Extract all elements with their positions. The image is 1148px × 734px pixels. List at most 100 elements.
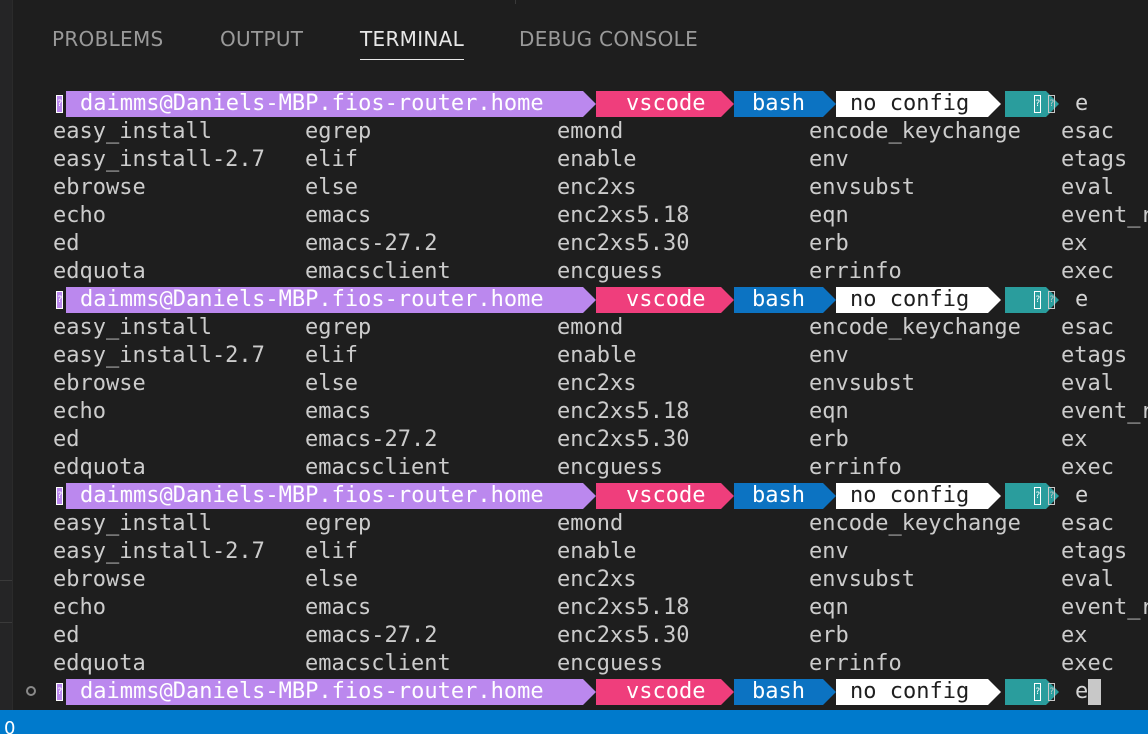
completion-item: eqn [809, 203, 849, 228]
prompt-shell: bash [734, 287, 823, 313]
completion-item: edquota [53, 651, 146, 676]
completion-item: enable [557, 147, 637, 172]
completion-item: echo [53, 203, 106, 228]
prompt-command: e [1075, 679, 1089, 704]
completion-item: event_r [1061, 595, 1148, 620]
completion-item: elif [305, 147, 358, 172]
powerline-separator-icon [823, 483, 836, 509]
completion-item: emacs [305, 399, 372, 424]
completion-item: emacs [305, 595, 372, 620]
prompt-command: e [1075, 91, 1089, 116]
completion-item: encguess [557, 455, 663, 480]
completion-item: env [809, 539, 849, 564]
powerline-separator-icon [988, 91, 1001, 117]
completion-row: edquota emacsclient encguess errinfo exec [0, 454, 1148, 482]
completion-item: encode_keychange [809, 511, 1021, 536]
completion-row: easy_install egrep emond encode_keychange es… [0, 118, 1148, 146]
completion-item: ed [53, 231, 80, 256]
completion-item: eqn [809, 399, 849, 424]
prompt-glyph-icon: ? [1048, 683, 1055, 701]
completion-item: easy_install [53, 119, 212, 144]
powerline-separator-icon [583, 679, 596, 705]
panel-tab-bar: PROBLEMS OUTPUT TERMINAL DEBUG CONSOLE [12, 0, 1148, 72]
powerline-separator-icon [583, 91, 596, 117]
completion-item: egrep [305, 315, 372, 340]
completion-item: erb [809, 623, 849, 648]
completion-item: enable [557, 343, 637, 368]
tab-debug-console[interactable]: DEBUG CONSOLE [519, 27, 698, 51]
completion-item: ebrowse [53, 371, 146, 396]
completion-item: emacs-27.2 [305, 427, 438, 452]
prompt-directory: vscode [596, 287, 721, 313]
prompt-directory: vscode [596, 483, 721, 509]
tab-terminal[interactable]: TERMINAL [360, 27, 465, 60]
completion-item: eqn [809, 595, 849, 620]
completion-item: ebrowse [53, 175, 146, 200]
completion-item: enc2xs5.30 [557, 623, 690, 648]
completion-item: else [305, 175, 358, 200]
completion-item: enc2xs [557, 371, 637, 396]
powerline-separator-icon [823, 287, 836, 313]
completion-item: emacs [305, 203, 372, 228]
completion-item: etags [1061, 539, 1128, 564]
completion-item: egrep [305, 511, 372, 536]
prompt-line: ? daimms@Daniels-MBP.fios-router.home vsco… [0, 482, 1148, 510]
completion-item: enc2xs [557, 175, 637, 200]
completion-row: edquota emacsclient encguess errinfo exec [0, 650, 1148, 678]
completion-item: easy_install [53, 511, 212, 536]
completion-item: ex [1061, 427, 1088, 452]
prompt-user-host: daimms@Daniels-MBP.fios-router.home [66, 287, 583, 313]
tab-problems[interactable]: PROBLEMS [52, 27, 164, 51]
completion-item: esac [1061, 511, 1114, 536]
completion-item: easy_install-2.7 [53, 147, 265, 172]
completion-row: easy_install-2.7 elif enable env etags [0, 342, 1148, 370]
completion-row: ebrowse else enc2xs envsubst eval [0, 174, 1148, 202]
completion-row: ed emacs-27.2 enc2xs5.30 erb ex [0, 230, 1148, 258]
status-bar-item[interactable]: 0 [4, 719, 15, 734]
terminal-output[interactable]: ? daimms@Daniels-MBP.fios-router.home vsco… [0, 90, 1148, 706]
completion-item: envsubst [809, 567, 915, 592]
prompt-line: ? daimms@Daniels-MBP.fios-router.home vsco… [0, 90, 1148, 118]
terminal-cursor [1088, 679, 1101, 705]
prompt-directory: vscode [596, 679, 721, 705]
completion-item: echo [53, 595, 106, 620]
prompt-glyph-icon: ? [1034, 683, 1041, 701]
completion-item: event_r [1061, 203, 1148, 228]
prompt-directory: vscode [596, 91, 721, 117]
completion-item: erb [809, 231, 849, 256]
powerline-separator-icon [988, 287, 1001, 313]
command-decoration-icon[interactable] [26, 686, 36, 696]
prompt-user-host: daimms@Daniels-MBP.fios-router.home [66, 679, 583, 705]
completion-row: easy_install-2.7 elif enable env etags [0, 538, 1148, 566]
completion-row: easy_install egrep emond encode_keychange es… [0, 510, 1148, 538]
prompt-command: e [1075, 483, 1089, 508]
completion-item: event_r [1061, 399, 1148, 424]
prompt-shell: bash [734, 483, 823, 509]
prompt-shell: bash [734, 679, 823, 705]
completion-item: emond [557, 119, 624, 144]
vscode-window: PROBLEMS OUTPUT TERMINAL DEBUG CONSOLE ?… [0, 0, 1148, 734]
completion-row: ebrowse else enc2xs envsubst eval [0, 566, 1148, 594]
completion-item: elif [305, 343, 358, 368]
prompt-line: ? daimms@Daniels-MBP.fios-router.home vsco… [0, 678, 1148, 706]
completion-item: errinfo [809, 455, 902, 480]
completion-item: edquota [53, 455, 146, 480]
status-bar: 0 [0, 710, 1148, 734]
completion-item: ed [53, 427, 80, 452]
completion-item: encguess [557, 651, 663, 676]
completion-row: ed emacs-27.2 enc2xs5.30 erb ex [0, 426, 1148, 454]
completion-item: enc2xs5.30 [557, 427, 690, 452]
completion-item: esac [1061, 119, 1114, 144]
tab-output[interactable]: OUTPUT [220, 27, 303, 51]
completion-item: exec [1061, 651, 1114, 676]
powerline-separator-icon [988, 679, 1001, 705]
completion-item: errinfo [809, 259, 902, 284]
completion-item: enc2xs5.18 [557, 399, 690, 424]
prompt-user-host: daimms@Daniels-MBP.fios-router.home [66, 483, 583, 509]
prompt-glyph-icon: ? [1048, 487, 1055, 505]
completion-item: emond [557, 511, 624, 536]
completion-item: elif [305, 539, 358, 564]
prompt-config: no config [836, 91, 988, 117]
completion-item: emacsclient [305, 455, 451, 480]
prompt-user-host: daimms@Daniels-MBP.fios-router.home [66, 91, 583, 117]
